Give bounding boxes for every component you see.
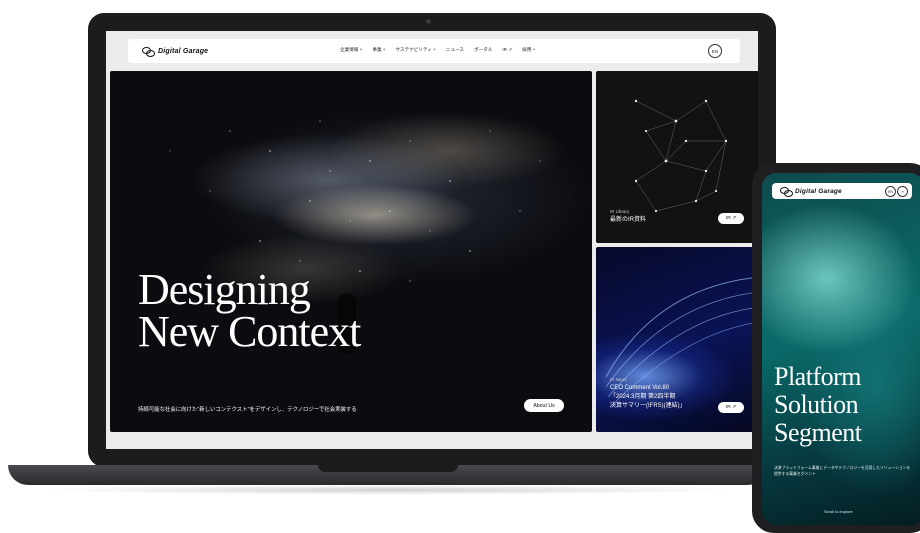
nav-item-recruit[interactable]: 採用 +: [522, 47, 535, 53]
ir-library-title: 最新のIR資料: [610, 217, 647, 223]
ir-news-title-line3: 決算サマリー(IFRS)(連結)」: [610, 403, 686, 409]
dg-logo-icon: [142, 46, 155, 57]
phone-title-line2: Solution: [774, 390, 859, 419]
hero-banner: Designing New Context 持続可能な社会に向けた"新しいコンテ…: [110, 71, 592, 432]
ir-news-button[interactable]: IR ↗: [718, 402, 744, 413]
smartphone: Digital Garage EN ≡ Platform Solution Se…: [752, 163, 920, 533]
phone-header: Digital Garage EN ≡: [772, 183, 912, 199]
ir-news-title-line1: CEO Comment Vol.80: [610, 385, 670, 391]
brand-logo[interactable]: Digital Garage: [142, 46, 209, 57]
particle-cloud-graphic: [169, 120, 541, 282]
language-toggle-button[interactable]: EN: [708, 44, 722, 58]
phone-brand-logo[interactable]: Digital Garage: [780, 187, 842, 197]
phone-hero-title: Platform Solution Segment: [774, 363, 862, 447]
ir-news-title: CEO Comment Vol.80 「2024.3月期 第2四半期 決算サマリ…: [610, 384, 686, 411]
phone-title-line3: Segment: [774, 418, 862, 447]
phone-brand-name: Digital Garage: [795, 188, 842, 195]
phone-title-line1: Platform: [774, 362, 861, 391]
brand-name: Digital Garage: [158, 47, 209, 55]
laptop-base: [8, 465, 768, 485]
phone-language-button[interactable]: EN: [885, 186, 896, 197]
ir-news-title-line2: 「2024.3月期 第2四半期: [610, 394, 676, 400]
nav-item-ir[interactable]: IR ↗: [502, 47, 512, 53]
dg-logo-icon: [780, 187, 793, 197]
nav-item-news[interactable]: ニュース: [446, 47, 464, 53]
about-us-button[interactable]: About Us: [524, 399, 564, 412]
ir-news-label: IR News: [610, 377, 627, 382]
nav-item-sustainability[interactable]: サステナビリティ +: [396, 47, 436, 53]
nav-item-portal[interactable]: ポータル: [474, 47, 492, 53]
nav-item-business[interactable]: 事業 +: [372, 47, 385, 53]
laptop: Digital Garage 企業情報 + 事業 + サステナビリティ + ニュ…: [88, 13, 776, 467]
phone-menu-icon[interactable]: ≡: [897, 186, 908, 197]
scroll-hint: Scroll to explore: [824, 509, 853, 514]
ir-library-button[interactable]: IR ↗: [718, 213, 744, 224]
site-header: Digital Garage 企業情報 + 事業 + サステナビリティ + ニュ…: [128, 39, 740, 63]
main-nav: 企業情報 + 事業 + サステナビリティ + ニュース ポータル IR ↗ 採用…: [340, 47, 535, 53]
ir-library-label: IR Library: [610, 209, 630, 214]
ir-news-card[interactable]: IR News CEO Comment Vol.80 「2024.3月期 第2四…: [596, 247, 758, 432]
hero-subtitle: 持続可能な社会に向けた"新しいコンテクスト"をデザインし、テクノロジーで社会実装…: [138, 407, 357, 413]
laptop-shadow: [40, 485, 740, 495]
laptop-screen: Digital Garage 企業情報 + 事業 + サステナビリティ + ニュ…: [106, 31, 758, 449]
hero-title: Designing New Context: [138, 265, 361, 356]
hero-title-line2: New Context: [138, 307, 361, 356]
laptop-notch: [318, 465, 458, 472]
phone-description: 決済プラットフォーム事業にデータやテクノロジーを活用したソリューションを提供する…: [774, 466, 911, 476]
nav-item-company[interactable]: 企業情報 +: [340, 47, 362, 53]
camera-dot: [426, 19, 431, 24]
ir-library-card[interactable]: IR Library 最新のIR資料 IR ↗: [596, 71, 758, 243]
hero-title-line1: Designing: [138, 265, 311, 314]
phone-screen: Digital Garage EN ≡ Platform Solution Se…: [762, 173, 920, 525]
